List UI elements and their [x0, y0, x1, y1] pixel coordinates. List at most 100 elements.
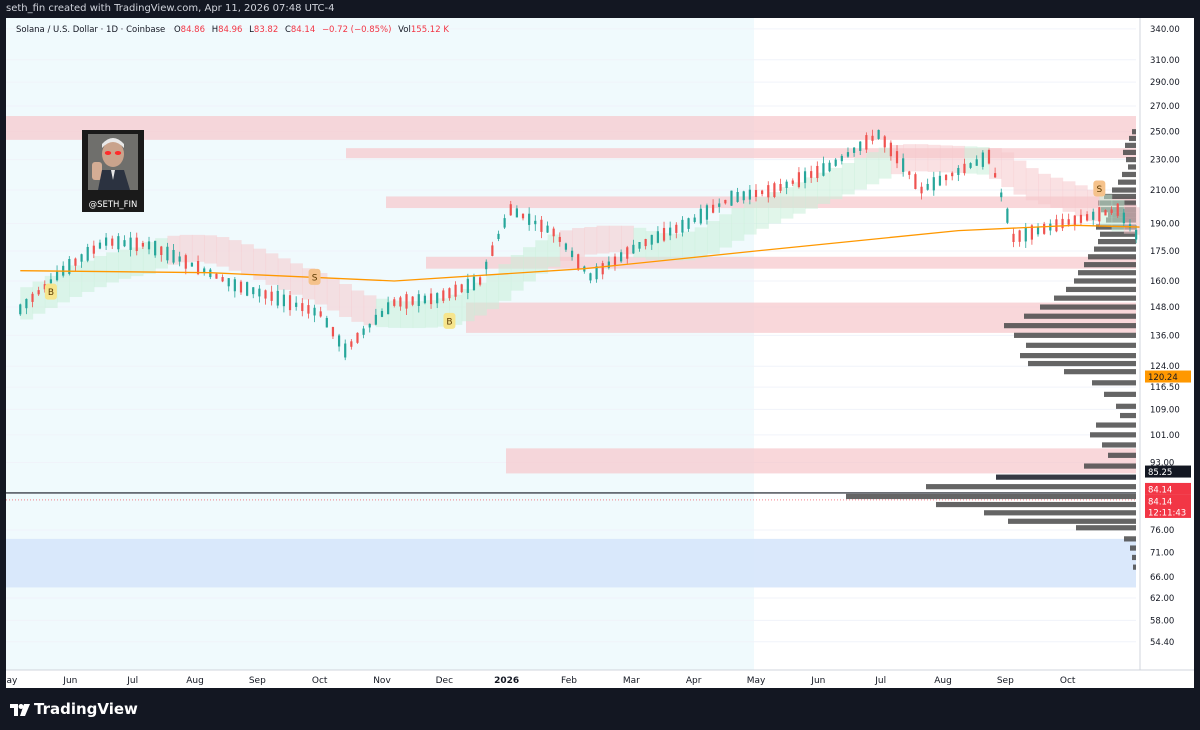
- trend-ribbon-segment: [535, 240, 549, 274]
- candle-body: [429, 293, 433, 305]
- candle-body: [1092, 211, 1095, 220]
- price-chart[interactable]: B S B S 340.00 310.00 290.00 270.00 250.00 230.00…: [6, 18, 1194, 688]
- candle-body: [1073, 215, 1076, 226]
- candle-body: [1104, 210, 1107, 216]
- price-axis-tick: 109.00: [1150, 405, 1180, 415]
- candle-body: [902, 158, 905, 172]
- time-axis-tick: Aug: [934, 676, 952, 686]
- candle-body: [172, 249, 175, 263]
- price-axis-tick: 270.00: [1150, 102, 1180, 112]
- countdown-badge: 12:11:43: [1148, 508, 1186, 518]
- prev-close-badge: 85.25: [1148, 468, 1172, 478]
- candle-body: [589, 273, 592, 281]
- trend-ribbon-segment: [854, 157, 867, 190]
- candle-body: [595, 266, 598, 280]
- price-axis-tick: 290.00: [1150, 78, 1180, 88]
- trend-ribbon-segment: [118, 249, 132, 279]
- candle-body: [656, 231, 660, 243]
- volume-profile-bar: [1132, 129, 1136, 135]
- candle-body: [1098, 207, 1101, 222]
- candle-body: [1079, 214, 1083, 223]
- candle-body: [577, 254, 580, 269]
- volume-profile-bar: [1064, 369, 1136, 375]
- candle-body: [791, 180, 794, 184]
- volume-profile-bar: [1084, 463, 1136, 469]
- candle-body: [423, 295, 427, 304]
- trend-ribbon-segment: [841, 162, 855, 195]
- chart-panel[interactable]: B S B S 340.00 310.00 290.00 270.00 250.00 230.00…: [6, 18, 1194, 688]
- trend-ribbon-segment: [228, 240, 242, 271]
- tradingview-logo[interactable]: TradingView: [10, 700, 138, 718]
- candle-body: [552, 228, 555, 237]
- trend-ribbon-segment: [32, 281, 46, 314]
- volume-profile-bar: [1096, 422, 1136, 428]
- candle-body: [436, 293, 439, 304]
- price-axis-tick: 250.00: [1150, 128, 1180, 138]
- candle-body: [485, 261, 488, 270]
- close-value: 84.14: [290, 25, 316, 35]
- symbol-name: Solana / U.S. Dollar · 1D · Coinbase: [16, 25, 166, 35]
- trend-ribbon-segment: [682, 231, 696, 261]
- candle-body: [767, 185, 770, 198]
- candle-body: [111, 238, 114, 246]
- candle-body: [975, 159, 978, 166]
- candle-body: [920, 186, 923, 194]
- time-axis-tick: Aug: [186, 676, 204, 686]
- candle-body: [147, 241, 151, 250]
- candle-body: [387, 302, 390, 315]
- volume-profile-bar: [1020, 353, 1136, 359]
- volume-profile-bar: [1132, 554, 1136, 561]
- candle-body: [215, 273, 218, 279]
- trend-ribbon-segment: [290, 263, 303, 295]
- time-axis-tick: Sep: [249, 676, 266, 686]
- trend-ribbon-segment: [927, 144, 941, 172]
- price-axis-tick: 190.00: [1150, 220, 1180, 230]
- volume-profile-bar: [1028, 360, 1136, 367]
- time-axis-tick: Oct: [1060, 676, 1076, 686]
- candle-body: [681, 219, 684, 233]
- candle-body: [295, 302, 298, 307]
- price-axis-tick: 58.00: [1150, 616, 1174, 626]
- signal-tag-s: S: [308, 268, 321, 285]
- volume-profile-bar: [1120, 412, 1136, 419]
- candle-body: [344, 343, 347, 358]
- volume-profile-bar: [1074, 278, 1136, 284]
- avatar-image: [88, 134, 138, 190]
- candle-body: [1006, 208, 1009, 223]
- price-axis-background: [1140, 18, 1194, 688]
- trend-ribbon-segment: [584, 227, 598, 255]
- candle-body: [773, 183, 776, 198]
- volume-profile-bar: [1118, 179, 1136, 185]
- volume-profile-bar: [1108, 452, 1136, 458]
- candle-body: [570, 250, 574, 258]
- trend-ribbon-segment: [265, 253, 279, 285]
- candle-body: [362, 328, 365, 335]
- candle-body: [534, 220, 537, 225]
- trend-ribbon-segment: [473, 282, 487, 316]
- trend-ribbon-segment: [1038, 173, 1051, 205]
- candle-body: [350, 341, 353, 347]
- trend-ribbon-segment: [204, 235, 218, 264]
- candle-body: [276, 290, 279, 306]
- trend-ribbon-segment: [572, 228, 585, 257]
- resistance-zone: [506, 448, 1136, 474]
- time-axis-tick: Dec: [436, 676, 453, 686]
- candle-body: [55, 271, 59, 281]
- candle-body: [828, 162, 831, 172]
- candle-body: [37, 290, 40, 295]
- candle-body: [669, 227, 672, 236]
- candle-body: [889, 142, 892, 157]
- profile-avatar: @SETH_FIN: [82, 130, 144, 212]
- volume-profile-bar: [1084, 262, 1136, 268]
- candle-body: [478, 277, 482, 285]
- candle-body: [160, 246, 163, 256]
- candle-body: [233, 279, 236, 292]
- time-axis-tick: Oct: [312, 676, 328, 686]
- candle-body: [914, 174, 917, 190]
- price-axis-tick: 230.00: [1150, 156, 1180, 166]
- ma-price-badge: 120.24: [1148, 373, 1178, 383]
- time-axis-tick: Nov: [373, 676, 391, 686]
- candle-body: [1036, 226, 1040, 235]
- candle-body: [908, 171, 911, 175]
- candle-body: [638, 242, 641, 249]
